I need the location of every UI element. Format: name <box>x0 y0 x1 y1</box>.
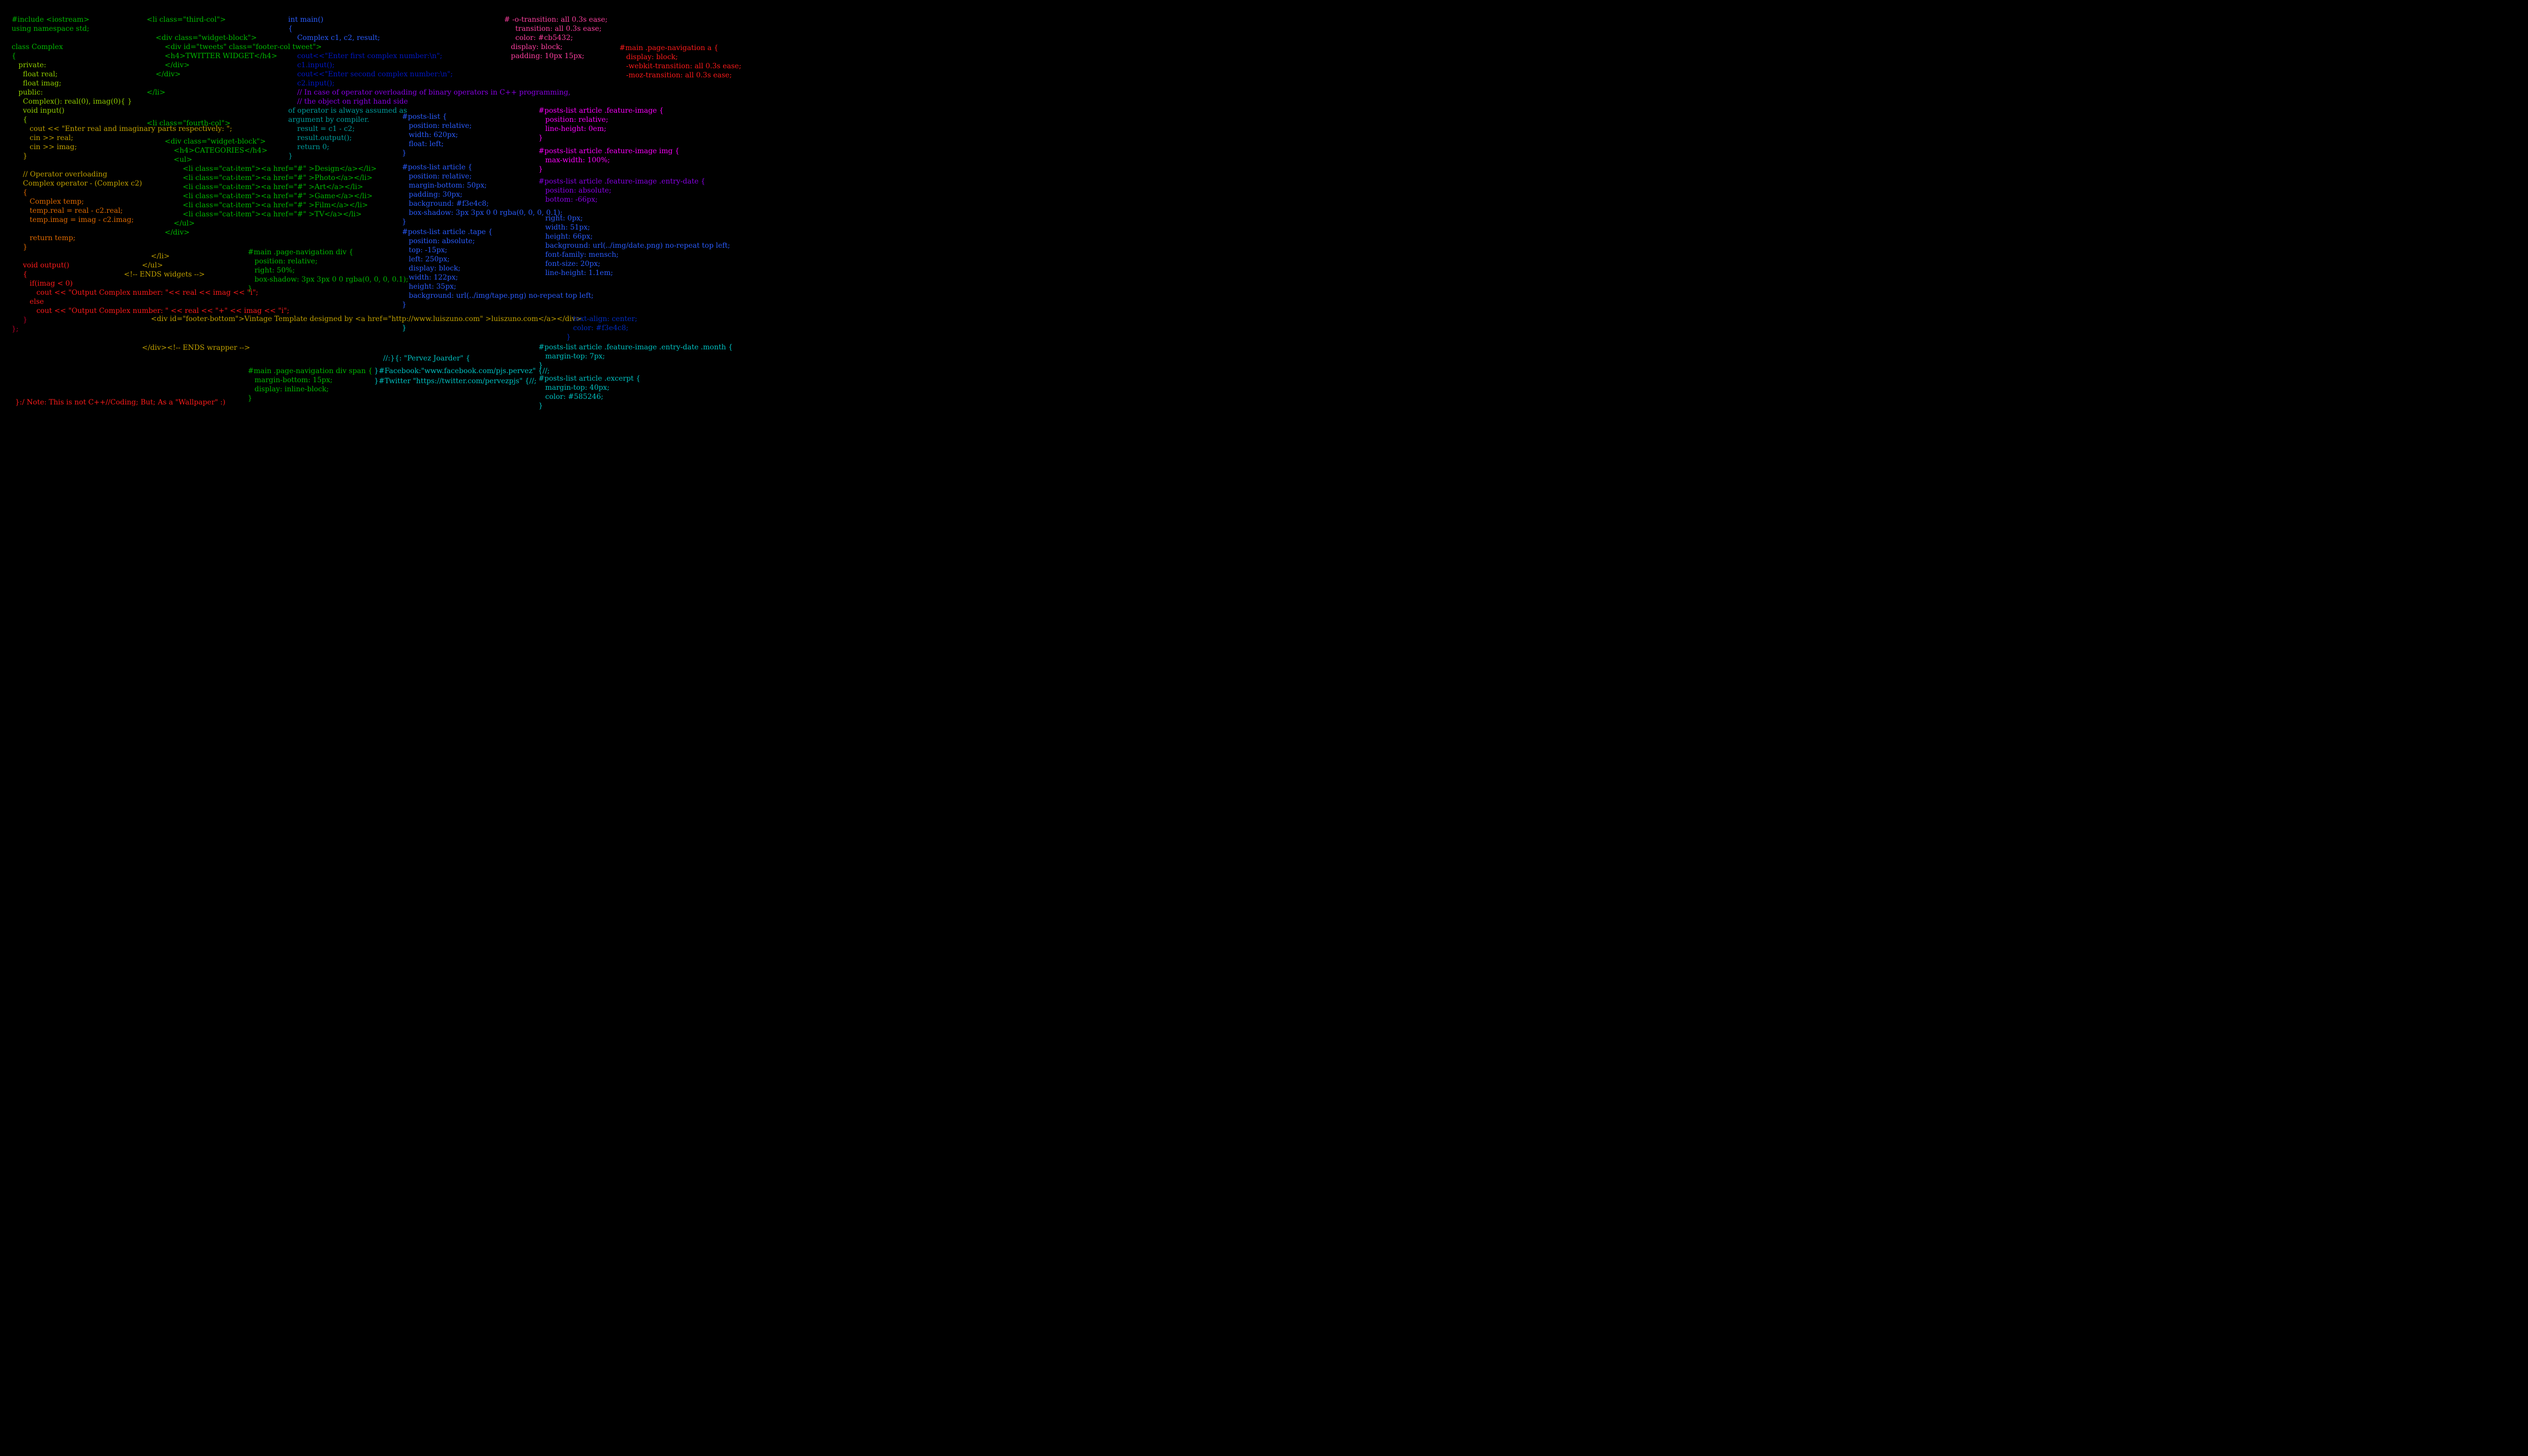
html-line: </li> <box>124 252 170 260</box>
cpp-line: cout<<"Enter first complex number:\n"; <box>288 52 442 60</box>
html-ends-wrapper: </div><!-- ENDS wrapper --> <box>124 343 250 352</box>
cpp-line: return temp; <box>12 234 75 242</box>
cpp-line: cout << "Output Complex number: " << rea… <box>12 307 289 315</box>
cpp-line: #include <iostream> <box>12 16 89 24</box>
cpp-line: { <box>12 116 27 124</box>
html-line: <div class="widget-block"> <box>147 34 257 42</box>
cpp-line: cout<<"Enter second complex number:\n"; <box>288 70 453 78</box>
cpp-line: float imag; <box>12 79 61 87</box>
cpp-line: cin >> imag; <box>12 143 77 151</box>
cpp-line: class Complex <box>12 43 63 51</box>
social-twitter: }#Twitter "https://twitter.com/pervezpjs… <box>374 377 536 386</box>
html-line: <li class="fourth-col"> <box>147 119 231 127</box>
cpp-line: }; <box>12 325 19 333</box>
cpp-line: Complex temp; <box>12 198 84 206</box>
css-page-nav-span: #main .page-navigation div span { margin… <box>248 367 373 403</box>
css-posts-close: } <box>402 324 407 333</box>
html-line: </div> <box>147 70 180 78</box>
cpp-line: // In case of operator overloading of bi… <box>288 88 570 97</box>
html-line: <h4>TWITTER WIDGET</h4> <box>147 52 277 60</box>
cpp-line: int main() <box>288 16 324 24</box>
cpp-line: public: <box>12 88 43 97</box>
cpp-line: using namespace std; <box>12 25 89 33</box>
cpp-line: argument by compiler. <box>288 116 369 124</box>
cpp-line: cout << "Output Complex number: "<< real… <box>12 289 258 297</box>
css-page-nav-div: #main .page-navigation div { position: r… <box>248 248 409 293</box>
cpp-line: { <box>288 25 293 33</box>
cpp-line: { <box>12 52 16 60</box>
cpp-line: { <box>12 189 27 197</box>
html-line: <li class="cat-item"><a href="#" >Film</… <box>147 201 368 209</box>
css-entry-date: #posts-list article .feature-image .entr… <box>538 177 705 204</box>
social-facebook: }#Facebook:"www.facebook.com/pjs.pervez"… <box>374 367 550 376</box>
cpp-line: temp.real = real - c2.real; <box>12 207 123 215</box>
cpp-line: Complex operator - (Complex c2) <box>12 179 142 188</box>
html-line: </div> <box>147 61 190 69</box>
html-line: <!-- ENDS widgets --> <box>124 270 205 279</box>
html-line: <li class="cat-item"><a href="#" >Photo<… <box>147 174 373 182</box>
cpp-line: } <box>288 152 293 160</box>
css-entry-date-month: #posts-list article .feature-image .entr… <box>538 343 733 370</box>
html-line: <h4>CATEGORIES</h4> <box>147 147 267 155</box>
html-footer-bottom: <div id="footer-bottom">Vintage Template… <box>124 314 581 324</box>
cpp-line: cin >> real; <box>12 134 73 142</box>
html-line: <li class="cat-item"><a href="#" >TV</a>… <box>147 210 362 218</box>
cpp-line: result = c1 - c2; <box>288 125 355 133</box>
css-entry-date-2: right: 0px; width: 51px; height: 66px; b… <box>538 214 730 278</box>
wallpaper-note: }:/ Note: This is not C++//Coding; But; … <box>15 398 225 407</box>
cpp-line: void output() <box>12 261 69 269</box>
cpp-line: of operator is always assumed as <box>288 107 407 115</box>
cpp-line: // the object on right hand side <box>288 98 408 106</box>
cpp-line: void input() <box>12 107 65 115</box>
html-line: <li class="cat-item"><a href="#" >Design… <box>147 165 377 173</box>
code-wallpaper: #include <iostream> using namespace std;… <box>0 0 777 437</box>
html-line: </ul> <box>124 261 163 269</box>
cpp-line: return 0; <box>288 143 329 151</box>
css-page-nav-a: #main .page-navigation a { display: bloc… <box>619 43 741 80</box>
cpp-line: Complex c1, c2, result; <box>288 34 380 42</box>
html-line: <li class="cat-item"><a href="#" >Game</… <box>147 192 373 200</box>
cpp-line: { <box>12 270 27 279</box>
css-posts-list: #posts-list { position: relative; width:… <box>402 112 472 158</box>
cpp-line: c2.input(); <box>288 79 335 87</box>
html-line: <li class="cat-item"><a href="#" >Art</a… <box>147 183 363 191</box>
html-close-tags: </li> </ul> <!-- ENDS widgets --> <box>124 252 205 279</box>
css-feature-image: #posts-list article .feature-image { pos… <box>538 106 664 143</box>
html-line: <div class="widget-block"> <box>147 138 266 146</box>
css-entry-date-3: text-align: center; color: #f3e4c8; } <box>566 314 637 342</box>
cpp-line: } <box>12 243 27 251</box>
html-line: </ul> <box>147 219 195 228</box>
cpp-line: private: <box>12 61 46 69</box>
css-feature-image-img: #posts-list article .feature-image img {… <box>538 147 680 174</box>
cpp-line: c1.input(); <box>288 61 335 69</box>
html-line: <ul> <box>147 156 192 164</box>
css-excerpt: #posts-list article .excerpt { margin-to… <box>538 374 641 411</box>
cpp-line: Complex(): real(0), imag(0){ } <box>12 98 132 106</box>
html-line: </div> <box>147 229 190 237</box>
html-line: </li> <box>147 88 165 97</box>
cpp-line: } <box>12 316 27 324</box>
cpp-line: } <box>12 152 27 160</box>
cpp-line: result.output(); <box>288 134 352 142</box>
cpp-line: else <box>12 298 44 306</box>
cpp-line: // Operator overloading <box>12 170 107 178</box>
cpp-line: temp.imag = imag - c2.imag; <box>12 216 134 224</box>
cpp-line: if(imag < 0) <box>12 280 73 288</box>
social-header: //:}{: "Pervez Joarder" { <box>374 354 470 363</box>
html-line: <li class="third-col"> <box>147 16 226 24</box>
cpp-line: float real; <box>12 70 58 78</box>
css-transition-block: # -o-transition: all 0.3s ease; transiti… <box>504 15 608 61</box>
